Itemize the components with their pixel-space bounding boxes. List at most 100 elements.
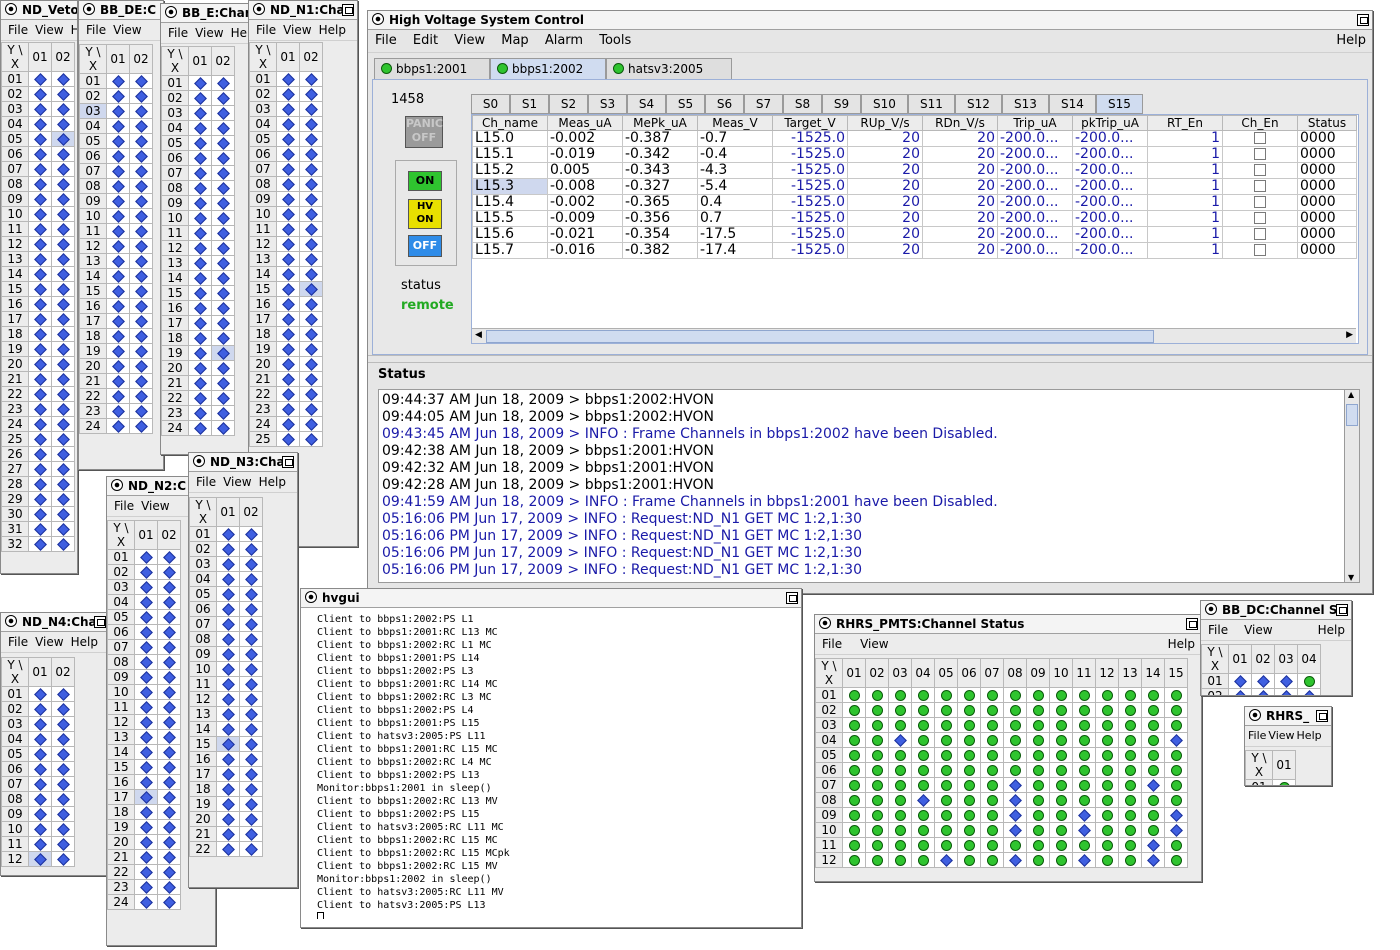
nd-n3-titlebar[interactable]: ND_N3:Cha bbox=[189, 453, 297, 472]
channel-cell[interactable] bbox=[842, 747, 866, 763]
channel-cell[interactable] bbox=[106, 418, 130, 434]
channel-cell[interactable] bbox=[188, 120, 212, 136]
meas-v-cell[interactable]: 0.4 bbox=[697, 194, 773, 211]
channel-cell[interactable] bbox=[1272, 779, 1296, 785]
channel-cell[interactable] bbox=[157, 864, 181, 880]
channel-cell[interactable] bbox=[276, 116, 300, 132]
mepk-ua-cell[interactable]: -0.365 bbox=[622, 194, 698, 211]
channel-cell[interactable] bbox=[1003, 717, 1027, 733]
channel-cell[interactable] bbox=[299, 326, 323, 342]
channel-cell[interactable] bbox=[157, 564, 181, 580]
channel-cell[interactable] bbox=[1095, 732, 1119, 748]
channel-cell[interactable] bbox=[28, 431, 52, 447]
channel-cell[interactable] bbox=[239, 796, 263, 812]
channel-cell[interactable] bbox=[157, 804, 181, 820]
channel-cell[interactable] bbox=[28, 161, 52, 177]
mepk-ua-cell[interactable]: -0.327 bbox=[622, 178, 698, 195]
channel-cell[interactable] bbox=[51, 116, 75, 132]
channel-cell[interactable] bbox=[299, 266, 323, 282]
channel-cell[interactable] bbox=[51, 701, 75, 717]
slot-tab-s15[interactable]: S15 bbox=[1096, 94, 1143, 114]
pktrip-ua-cell[interactable]: -200.0... bbox=[1072, 210, 1148, 227]
channel-cell[interactable] bbox=[129, 163, 153, 179]
channel-cell[interactable] bbox=[299, 416, 323, 432]
channel-cell[interactable] bbox=[188, 135, 212, 151]
meas-ua-cell[interactable]: -0.002 bbox=[547, 194, 623, 211]
channel-cell[interactable] bbox=[1141, 762, 1165, 778]
channel-cell[interactable] bbox=[276, 251, 300, 267]
target-v-cell[interactable]: -1525.0 bbox=[772, 194, 848, 211]
channel-cell[interactable] bbox=[28, 386, 52, 402]
channel-cell[interactable] bbox=[106, 148, 130, 164]
channel-cell[interactable] bbox=[1095, 807, 1119, 823]
channel-cell[interactable] bbox=[239, 571, 263, 587]
window-close-icon[interactable] bbox=[819, 617, 831, 629]
channel-cell[interactable] bbox=[239, 676, 263, 692]
channel-cell[interactable] bbox=[1072, 687, 1096, 703]
channel-cell[interactable] bbox=[51, 266, 75, 282]
pktrip-ua-cell[interactable]: -200.0... bbox=[1072, 194, 1148, 211]
channel-cell[interactable] bbox=[28, 521, 52, 537]
column-header[interactable]: Ch_En bbox=[1222, 115, 1298, 131]
channel-cell[interactable] bbox=[1049, 822, 1073, 838]
ramp-down-cell[interactable]: 20 bbox=[922, 226, 998, 243]
ch-en-checkbox-cell[interactable] bbox=[1222, 146, 1298, 163]
channel-cell[interactable] bbox=[1072, 747, 1096, 763]
channel-cell[interactable] bbox=[134, 819, 158, 835]
channel-cell[interactable] bbox=[129, 103, 153, 119]
channel-cell[interactable] bbox=[1118, 717, 1142, 733]
column-header[interactable]: MePk_uA bbox=[622, 115, 698, 131]
channel-cell[interactable] bbox=[1049, 717, 1073, 733]
channel-cell[interactable] bbox=[157, 669, 181, 685]
channel-cell[interactable] bbox=[1026, 747, 1050, 763]
channel-cell[interactable] bbox=[216, 751, 240, 767]
channel-cell[interactable] bbox=[1228, 673, 1252, 689]
channel-cell[interactable] bbox=[51, 446, 75, 462]
channel-cell[interactable] bbox=[1141, 792, 1165, 808]
channel-cell[interactable] bbox=[1072, 792, 1096, 808]
status-cell[interactable]: 0000 bbox=[1297, 226, 1357, 243]
channel-cell[interactable] bbox=[888, 852, 912, 868]
meas-v-cell[interactable]: -4.3 bbox=[697, 162, 773, 179]
channel-cell[interactable] bbox=[28, 746, 52, 762]
ch-en-checkbox-cell[interactable] bbox=[1222, 178, 1298, 195]
channel-cell[interactable] bbox=[28, 191, 52, 207]
status-cell[interactable]: 0000 bbox=[1297, 130, 1357, 147]
slot-tab-s13[interactable]: S13 bbox=[1002, 94, 1049, 114]
menu-edit[interactable]: Edit bbox=[413, 33, 438, 48]
channel-cell[interactable] bbox=[106, 388, 130, 404]
channel-cell[interactable] bbox=[1026, 777, 1050, 793]
channel-cell[interactable] bbox=[28, 86, 52, 102]
trip-ua-cell[interactable]: -200.0... bbox=[997, 162, 1073, 179]
menu-view[interactable]: View bbox=[113, 23, 141, 37]
pktrip-ua-cell[interactable]: -200.0... bbox=[1072, 242, 1148, 259]
channel-cell[interactable] bbox=[1274, 688, 1298, 695]
channel-cell[interactable] bbox=[51, 731, 75, 747]
channel-cell[interactable] bbox=[188, 285, 212, 301]
channel-cell[interactable] bbox=[28, 836, 52, 852]
channel-cell[interactable] bbox=[134, 849, 158, 865]
channel-cell[interactable] bbox=[276, 341, 300, 357]
channel-name-cell[interactable]: L15.6 bbox=[472, 226, 548, 243]
channel-cell[interactable] bbox=[842, 807, 866, 823]
channel-cell[interactable] bbox=[1118, 732, 1142, 748]
slot-tab-s4[interactable]: S4 bbox=[627, 94, 666, 114]
channel-cell[interactable] bbox=[1049, 702, 1073, 718]
channel-cell[interactable] bbox=[129, 253, 153, 269]
channel-cell[interactable] bbox=[1049, 807, 1073, 823]
channel-cell[interactable] bbox=[957, 717, 981, 733]
channel-cell[interactable] bbox=[980, 777, 1004, 793]
channel-cell[interactable] bbox=[1049, 747, 1073, 763]
menu-file[interactable]: File bbox=[8, 635, 28, 649]
channel-cell[interactable] bbox=[239, 631, 263, 647]
channel-cell[interactable] bbox=[865, 747, 889, 763]
channel-cell[interactable] bbox=[239, 736, 263, 752]
channel-cell[interactable] bbox=[911, 852, 935, 868]
channel-cell[interactable] bbox=[51, 236, 75, 252]
channel-cell[interactable] bbox=[1003, 792, 1027, 808]
channel-cell[interactable] bbox=[1003, 777, 1027, 793]
menu-map[interactable]: Map bbox=[501, 33, 528, 48]
ramp-up-cell[interactable]: 20 bbox=[847, 226, 923, 243]
channel-cell[interactable] bbox=[1118, 747, 1142, 763]
channel-enable-checkbox[interactable] bbox=[1254, 164, 1266, 176]
